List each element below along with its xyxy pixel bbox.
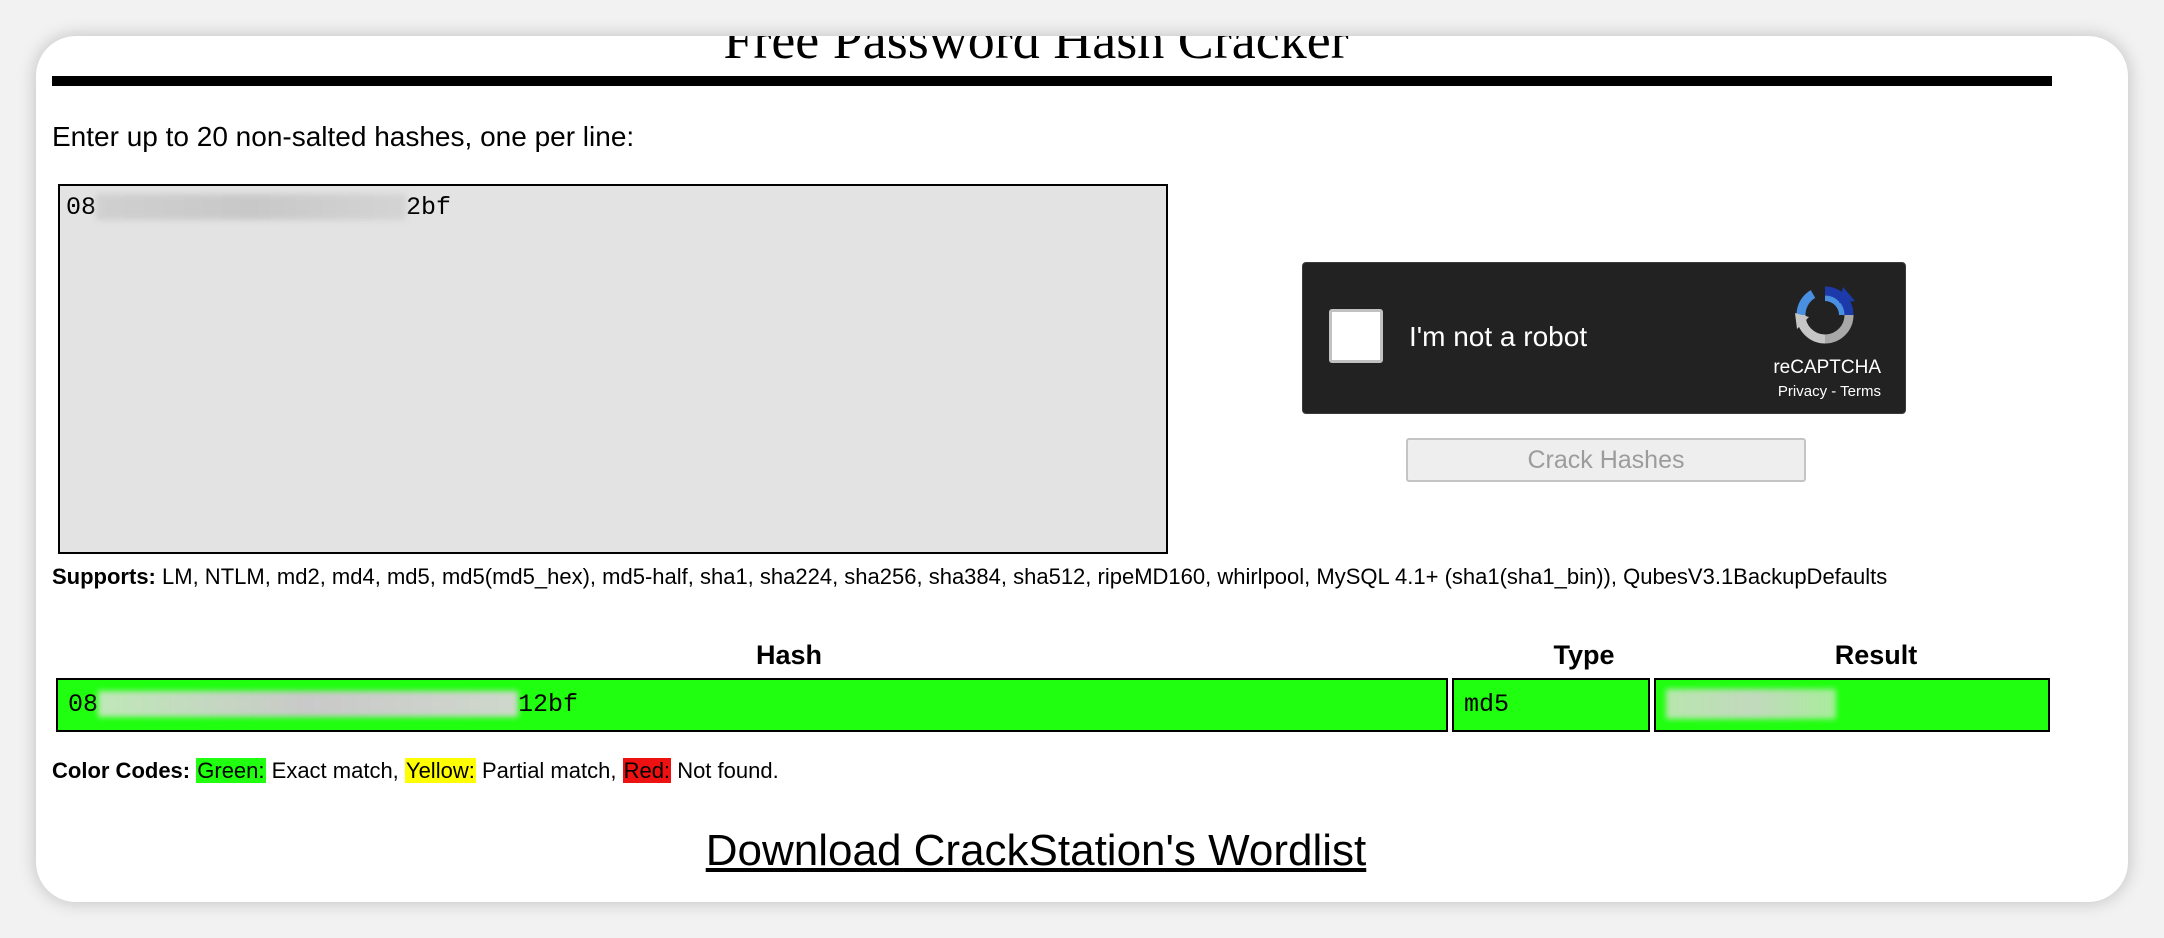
recaptcha-privacy-terms-links[interactable]: Privacy - Terms — [1778, 383, 1881, 400]
supported-hash-types: Supports: LM, NTLM, md2, md4, md5, md5(m… — [52, 564, 1952, 589]
legend-red-text: Not found. — [677, 758, 779, 783]
hash-input-prefix: 08 — [66, 193, 97, 222]
redacted-hash-blur — [98, 691, 519, 718]
result-type-cell: md5 — [1452, 678, 1650, 732]
legend-red-swatch: Red: — [622, 758, 672, 783]
column-header-hash: Hash — [755, 640, 823, 670]
result-hash-suffix: 12bf — [518, 690, 579, 719]
recaptcha-brand: reCAPTCHA — [1773, 357, 1881, 378]
column-header-result: Result — [1834, 640, 1918, 670]
recaptcha-label: I'm not a robot — [1409, 321, 1588, 352]
recaptcha-widget: I'm not a robot reCAPTCHA Privacy - Term… — [1302, 262, 1906, 414]
color-codes-legend: Color Codes: Green: Exact match, Yellow:… — [52, 758, 779, 784]
hash-input[interactable] — [58, 184, 1168, 554]
crack-hashes-button[interactable]: Crack Hashes — [1406, 438, 1806, 482]
legend-yellow-swatch: Yellow: — [404, 758, 476, 783]
redacted-result-blur — [1666, 689, 1836, 720]
hash-input-suffix: 2bf — [406, 193, 452, 222]
redacted-hash-blur — [96, 194, 407, 221]
supports-list: LM, NTLM, md2, md4, md5, md5(md5_hex), m… — [162, 564, 1888, 589]
recaptcha-checkbox[interactable] — [1329, 309, 1383, 363]
page-card: Free Password Hash Cracker Enter up to 2… — [36, 36, 2128, 902]
recaptcha-logo-icon — [1795, 286, 1855, 344]
legend-yellow-text: Partial match, — [481, 758, 617, 783]
download-wordlist-link[interactable]: Download CrackStation's Wordlist — [36, 826, 2036, 876]
hash-input-value: 08 2bf — [66, 193, 451, 222]
legend-green-swatch: Green: — [196, 758, 266, 783]
result-value-cell — [1654, 678, 2050, 732]
result-hash-cell: 08 12bf — [56, 678, 1448, 732]
instructions-text: Enter up to 20 non-salted hashes, one pe… — [52, 121, 635, 152]
color-codes-label: Color Codes: — [52, 758, 191, 783]
supports-label: Supports: — [52, 564, 156, 589]
legend-green-text: Exact match, — [271, 758, 399, 783]
result-hash-prefix: 08 — [68, 690, 99, 719]
title-divider — [52, 76, 2052, 86]
page-title: Free Password Hash Cracker — [723, 36, 1349, 70]
